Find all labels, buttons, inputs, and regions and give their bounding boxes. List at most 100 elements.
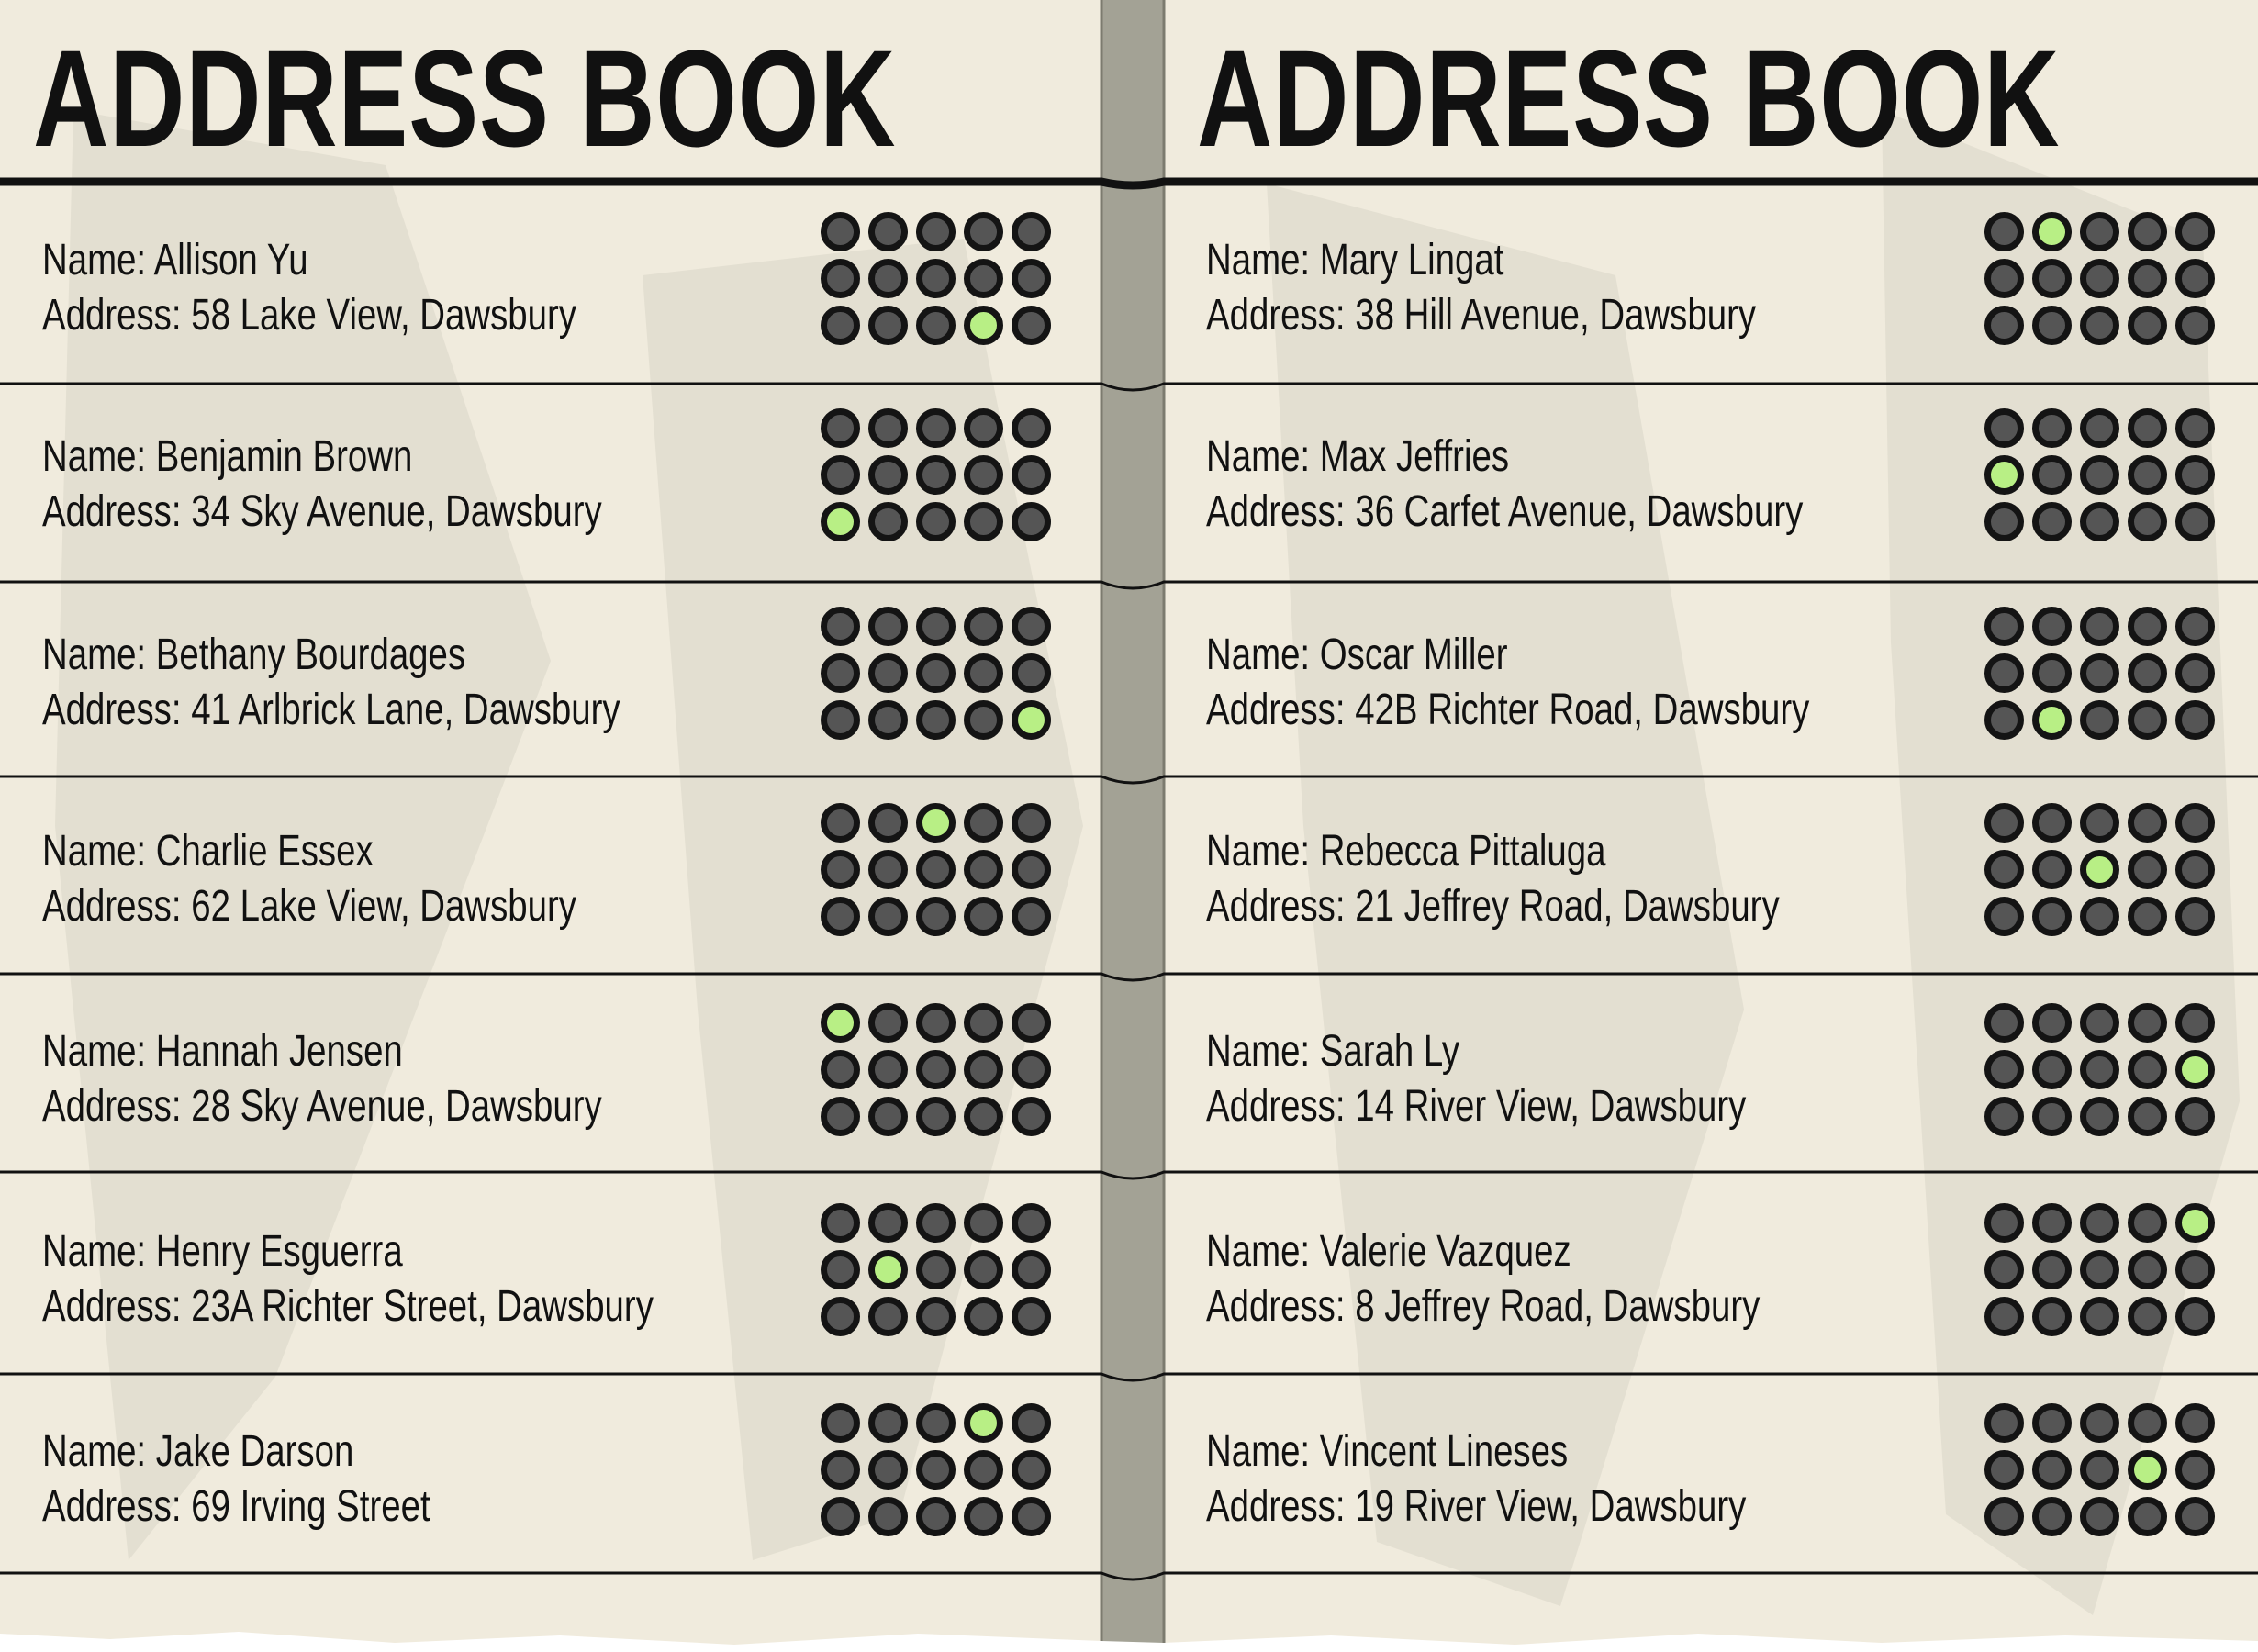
contact-name: Name: Mary Lingat [1206, 236, 1504, 285]
contact-details: Name: Valerie Vazquez Address: 8 Jeffrey… [1206, 1224, 1760, 1334]
dot [2128, 502, 2167, 541]
dot [964, 1203, 1003, 1243]
contact-name: Name: Benjamin Brown [42, 432, 413, 481]
dot [964, 803, 1003, 843]
book-spine [1101, 0, 1164, 1652]
contact-address: Address: 14 River View, Dawsbury [1206, 1082, 1747, 1131]
dot [2032, 803, 2072, 843]
dot [1984, 212, 2024, 251]
dot [2080, 700, 2119, 740]
contact-entry: Name: Jake Darson Address: 69 Irving Str… [0, 1380, 1101, 1575]
dot [2080, 803, 2119, 843]
dot [1984, 1050, 2024, 1089]
dot [868, 306, 908, 345]
dot-grid [1984, 408, 2215, 541]
dot [964, 897, 1003, 936]
dot [868, 1097, 908, 1136]
dot [964, 850, 1003, 889]
dot [2080, 455, 2119, 495]
dot [1984, 1497, 2024, 1536]
contact-entry: Name: Bethany Bourdages Address: 41 Arlb… [0, 584, 1101, 778]
dot [2175, 700, 2215, 740]
dot [2032, 1497, 2072, 1536]
dot-grid [821, 1203, 1051, 1336]
dot [821, 1297, 860, 1336]
dot [964, 1297, 1003, 1336]
dot [2080, 306, 2119, 345]
dot [868, 1297, 908, 1336]
dot [2128, 455, 2167, 495]
contact-address: Address: 23A Richter Street, Dawsbury [42, 1282, 654, 1331]
dot [1012, 408, 1051, 448]
dot [2175, 1097, 2215, 1136]
dot [868, 1203, 908, 1243]
contact-address: Address: 19 River View, Dawsbury [1206, 1482, 1747, 1531]
contact-name: Name: Vincent Lineses [1206, 1427, 1569, 1476]
dot [1984, 850, 2024, 889]
dot [2032, 259, 2072, 298]
dot [1012, 1250, 1051, 1289]
dot [821, 607, 860, 646]
dot [2080, 408, 2119, 448]
dot [2175, 455, 2215, 495]
contact-details: Name: Jake Darson Address: 69 Irving Str… [42, 1424, 430, 1535]
dot [964, 1450, 1003, 1490]
dot [2175, 607, 2215, 646]
dot [2175, 306, 2215, 345]
dot [2128, 653, 2167, 693]
dot [2175, 1497, 2215, 1536]
dot [2175, 1450, 2215, 1490]
dot-lit [2175, 1050, 2215, 1089]
dot [868, 1450, 908, 1490]
dot [2175, 1250, 2215, 1289]
dot [1984, 803, 2024, 843]
dot [868, 897, 908, 936]
dot [868, 850, 908, 889]
dot [1012, 803, 1051, 843]
dot [2175, 408, 2215, 448]
contact-details: Name: Max Jeffries Address: 36 Carfet Av… [1206, 430, 1803, 540]
dot [2175, 803, 2215, 843]
dot [2032, 1250, 2072, 1289]
dot [2128, 259, 2167, 298]
dot [868, 653, 908, 693]
dot [2080, 212, 2119, 251]
dot [2080, 1097, 2119, 1136]
dot [916, 700, 956, 740]
dot [2080, 1403, 2119, 1443]
contact-entry: Name: Oscar Miller Address: 42B Richter … [1164, 584, 2258, 778]
contact-name: Name: Max Jeffries [1206, 432, 1510, 481]
dot [868, 259, 908, 298]
dot [916, 653, 956, 693]
dot [2128, 306, 2167, 345]
dot [1984, 408, 2024, 448]
dot [1012, 1003, 1051, 1043]
dot-grid [1984, 1203, 2215, 1336]
dot [1012, 1450, 1051, 1490]
dot [2128, 1050, 2167, 1089]
dot [2032, 306, 2072, 345]
dot-grid [821, 1403, 1051, 1536]
dot [868, 212, 908, 251]
dot [2080, 1203, 2119, 1243]
dot [868, 607, 908, 646]
dot [2080, 897, 2119, 936]
contact-address: Address: 8 Jeffrey Road, Dawsbury [1206, 1282, 1761, 1331]
dot-lit [2032, 700, 2072, 740]
contact-details: Name: Vincent Lineses Address: 19 River … [1206, 1424, 1746, 1535]
dot [916, 212, 956, 251]
contact-name: Name: Sarah Ly [1206, 1027, 1460, 1076]
contact-entry: Name: Charlie Essex Address: 62 Lake Vie… [0, 780, 1101, 975]
dot [916, 408, 956, 448]
contact-address: Address: 34 Sky Avenue, Dawsbury [42, 487, 602, 536]
dot [2080, 1050, 2119, 1089]
contact-details: Name: Rebecca Pittaluga Address: 21 Jeff… [1206, 824, 1780, 934]
dot-lit [1984, 455, 2024, 495]
dot [2128, 607, 2167, 646]
dot [2175, 653, 2215, 693]
dot [1012, 897, 1051, 936]
dot [1984, 1403, 2024, 1443]
dot [964, 1250, 1003, 1289]
dot [2032, 1203, 2072, 1243]
dot [868, 502, 908, 541]
